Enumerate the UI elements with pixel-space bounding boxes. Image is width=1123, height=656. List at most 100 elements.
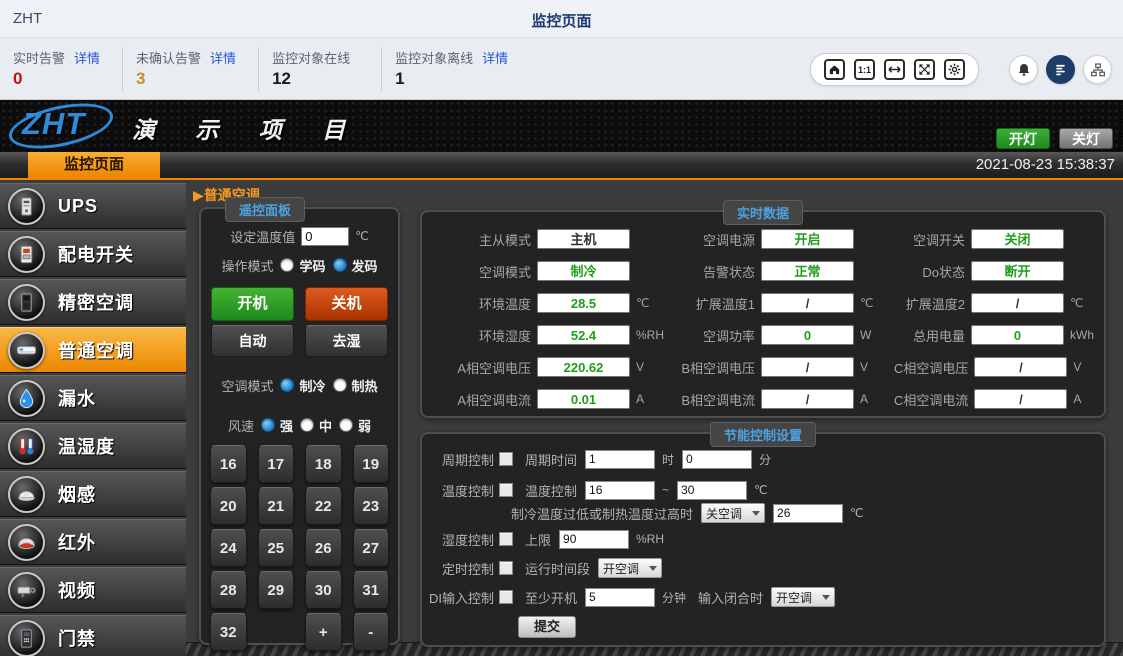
temp-button-20[interactable]: 20 [210, 487, 247, 525]
sidebar-item-precision-ac[interactable]: 精密空调 [0, 279, 186, 325]
sidebar-item-water-leak[interactable]: 漏水 [0, 375, 186, 421]
rt-item-phase-c-current: C相空调电流/A [894, 383, 1104, 415]
temp-threshold-input[interactable] [773, 504, 843, 523]
sidebar-item-infrared[interactable]: 红外 [0, 519, 186, 565]
temp-button-19[interactable]: 19 [353, 445, 390, 483]
realtime-data-panel: 实时数据 主从模式主机 空调电源开启 空调开关关闭 空调模式制冷 告警状态正常 … [420, 210, 1106, 418]
top-bar: ZHT 监控页面 [0, 0, 1123, 38]
timer-control-checkbox[interactable] [499, 561, 513, 575]
main-content: UPS 配电开关 精密空调 普通空调 漏水 温湿度 [0, 178, 1123, 656]
op-mode-radio-send[interactable] [333, 258, 347, 272]
temp-minus-button[interactable]: - [353, 613, 390, 651]
fit-width-button[interactable] [884, 59, 905, 80]
op-mode-row: 操作模式 学码 发码 [201, 255, 398, 275]
sidebar-item-video[interactable]: 视频 [0, 567, 186, 613]
light-on-button[interactable]: 开灯 [996, 128, 1050, 149]
low-temp-action-select[interactable]: 关空调 [701, 503, 765, 523]
cycle-hours-input[interactable] [585, 450, 655, 469]
rt-item-ac-power-w: 空调功率0W [670, 319, 894, 351]
temp-button-17[interactable]: 17 [258, 445, 295, 483]
power-on-button[interactable]: 开机 [211, 287, 294, 321]
energy-panel-title: 节能控制设置 [710, 422, 816, 447]
humidity-control-row: 湿度控制 上限 %RH [422, 529, 1104, 549]
offline-details-link[interactable]: 详情 [482, 48, 508, 67]
temp-plus-button[interactable]: + [305, 613, 342, 651]
stat-unconfirmed-alarms: 未确认告警详情 3 [123, 47, 259, 91]
cycle-minutes-input[interactable] [682, 450, 752, 469]
dehumidify-button[interactable]: 去湿 [305, 325, 388, 357]
sidebar-item-power-switch[interactable]: 配电开关 [0, 231, 186, 277]
ac-mode-radio-heat[interactable] [333, 378, 347, 392]
temp-button-27[interactable]: 27 [353, 529, 390, 567]
sidebar-item-label: 门禁 [58, 625, 96, 651]
door-access-icon [8, 620, 45, 656]
humidity-control-checkbox[interactable] [499, 532, 513, 546]
topology-button[interactable] [1083, 55, 1112, 84]
fullscreen-button[interactable] [914, 59, 935, 80]
alarm-stats: 实时告警详情 0 未确认告警详情 3 监控对象在线 12 监控对象离线详情 1 [0, 47, 530, 91]
auto-button[interactable]: 自动 [211, 325, 294, 357]
sidebar-item-label: 红外 [58, 529, 96, 555]
submit-button[interactable]: 提交 [518, 616, 576, 638]
sidebar-item-ups[interactable]: UPS [0, 183, 186, 229]
clock-timestamp: 2021-08-23 15:38:37 [976, 152, 1115, 178]
alarm-bell-button[interactable] [1009, 55, 1038, 84]
settings-button[interactable] [944, 59, 965, 80]
temp-button-26[interactable]: 26 [305, 529, 342, 567]
fan-radio-weak[interactable] [339, 418, 353, 432]
temp-button-24[interactable]: 24 [210, 529, 247, 567]
temp-button-25[interactable]: 25 [258, 529, 295, 567]
zht-logo: ZHT [22, 106, 85, 142]
sidebar-item-normal-ac[interactable]: 普通空调 [0, 327, 186, 373]
temp-button-22[interactable]: 22 [305, 487, 342, 525]
temp-button-23[interactable]: 23 [353, 487, 390, 525]
temp-button-29[interactable]: 29 [258, 571, 295, 609]
cycle-control-checkbox[interactable] [499, 452, 513, 466]
rt-item-env-temp: 环境温度28.5℃ [422, 287, 670, 319]
rt-value: / [974, 389, 1067, 409]
ac-mode-radio-cool[interactable] [280, 378, 294, 392]
temp-control-checkbox[interactable] [499, 483, 513, 497]
di-control-checkbox[interactable] [499, 590, 513, 604]
energy-control-panel: 节能控制设置 周期控制 周期时间 时 分 温度控制 温度控制 ~ [420, 432, 1106, 647]
temp-button-18[interactable]: 18 [305, 445, 342, 483]
temp-button-31[interactable]: 31 [353, 571, 390, 609]
stat-value: 1 [395, 69, 508, 89]
temp-button-16[interactable]: 16 [210, 445, 247, 483]
temp-button-30[interactable]: 30 [305, 571, 342, 609]
precision-ac-icon [8, 284, 45, 321]
event-list-button[interactable] [1046, 55, 1075, 84]
set-temp-input[interactable] [301, 227, 349, 246]
temp-button-32[interactable]: 32 [210, 613, 247, 651]
humidity-limit-input[interactable] [559, 530, 629, 549]
rt-value: 正常 [761, 261, 854, 281]
op-mode-radio-learn[interactable] [280, 258, 294, 272]
ac-icon [8, 332, 45, 369]
temp-max-input[interactable] [677, 481, 747, 500]
rt-value: 制冷 [537, 261, 630, 281]
realtime-grid: 主从模式主机 空调电源开启 空调开关关闭 空调模式制冷 告警状态正常 Do状态断… [422, 212, 1104, 415]
di-action-select[interactable]: 开空调 [771, 587, 835, 607]
sidebar-item-smoke[interactable]: 烟感 [0, 471, 186, 517]
actual-size-button[interactable]: 1:1 [854, 59, 875, 80]
timer-action-select[interactable]: 开空调 [598, 558, 662, 578]
fan-radio-medium[interactable] [300, 418, 314, 432]
tab-monitoring-page[interactable]: 监控页面 [28, 152, 160, 178]
sidebar-item-temp-humidity[interactable]: 温湿度 [0, 423, 186, 469]
sidebar-item-door-access[interactable]: 门禁 [0, 615, 186, 656]
rt-value: / [971, 293, 1064, 313]
tab-bar: 监控页面 2021-08-23 15:38:37 [0, 152, 1123, 178]
fan-radio-strong[interactable] [261, 418, 275, 432]
power-off-button[interactable]: 关机 [305, 287, 388, 321]
realtime-alarm-details-link[interactable]: 详情 [74, 48, 100, 67]
light-off-button[interactable]: 关灯 [1059, 128, 1113, 149]
project-name: 演 示 项 目 [132, 111, 362, 145]
di-min-runtime-input[interactable] [585, 588, 655, 607]
video-camera-icon [8, 572, 45, 609]
home-button[interactable] [824, 59, 845, 80]
temp-min-input[interactable] [585, 481, 655, 500]
unconfirmed-alarm-details-link[interactable]: 详情 [210, 48, 236, 67]
stat-realtime-alarms: 实时告警详情 0 [0, 47, 123, 91]
temp-button-28[interactable]: 28 [210, 571, 247, 609]
temp-button-21[interactable]: 21 [258, 487, 295, 525]
